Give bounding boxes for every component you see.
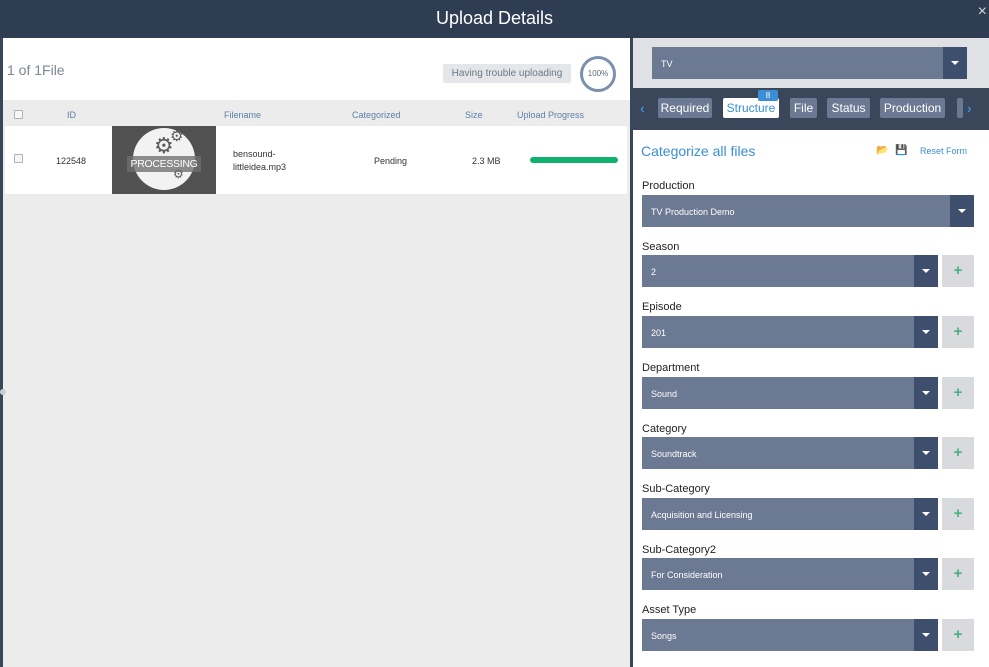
add-episode-button[interactable]: + (942, 316, 974, 348)
file-count: 1 of 1File (7, 62, 65, 78)
chevron-down-icon[interactable] (950, 195, 974, 227)
tab-status[interactable]: Status (827, 98, 870, 118)
col-id[interactable]: ID (67, 110, 76, 120)
filename-line1: bensound- (233, 149, 276, 159)
trouble-uploading-button[interactable]: Having trouble uploading (443, 64, 571, 83)
folder-open-icon[interactable]: 📂 (876, 145, 888, 156)
file-thumbnail: ⚙ ⚙ ⚙ PROCESSING (112, 126, 216, 194)
form-title: Categorize all files (641, 143, 756, 159)
processing-label: PROCESSING (127, 156, 201, 172)
window-title: Upload Details (435, 8, 554, 28)
chevron-down-icon[interactable] (914, 437, 938, 469)
episode-value: 201 (651, 328, 667, 338)
structure-count-badge: 8 (758, 90, 778, 101)
col-filename[interactable]: Filename (224, 110, 261, 120)
add-subcategory2-button[interactable]: + (942, 558, 974, 590)
episode-select[interactable]: 201 (642, 316, 938, 348)
upload-progress-bar (530, 157, 618, 163)
col-upload-progress[interactable]: Upload Progress (517, 110, 584, 120)
upload-summary: 1 of 1File Having trouble uploading 100% (3, 38, 630, 100)
production-value: TV Production Demo (651, 207, 735, 217)
gear-icon: ⚙ (170, 128, 184, 145)
add-category-button[interactable]: + (942, 437, 974, 469)
asset-type-select[interactable]: Songs (642, 619, 938, 651)
save-icon[interactable]: 💾 (895, 145, 907, 156)
chevron-down-icon[interactable] (914, 316, 938, 348)
chevron-down-icon[interactable] (914, 619, 938, 651)
subcategory2-label: Sub-Category2 (642, 544, 716, 556)
department-label: Department (642, 362, 700, 374)
col-categorized[interactable]: Categorized (352, 110, 401, 120)
reset-form-link[interactable]: Reset Form (920, 146, 967, 156)
add-department-button[interactable]: + (942, 377, 974, 409)
table-header: ID Filename Categorized Size Upload Prog… (3, 104, 630, 126)
subcategory-value: Acquisition and Licensing (651, 510, 753, 520)
add-asset-type-button[interactable]: + (942, 619, 974, 651)
tab-production[interactable]: Production (880, 98, 945, 118)
season-select[interactable]: 2 (642, 255, 938, 287)
titlebar: Upload Details × (0, 0, 989, 38)
overall-progress-ring: 100% (580, 56, 616, 92)
row-checkbox[interactable] (14, 154, 23, 163)
chevron-down-icon[interactable] (914, 498, 938, 530)
category-value: Soundtrack (651, 449, 697, 459)
tab-file[interactable]: File (790, 98, 817, 118)
select-all-checkbox[interactable] (14, 110, 23, 119)
department-select[interactable]: Sound (642, 377, 938, 409)
file-size: 2.3 MB (472, 156, 501, 166)
file-id: 122548 (56, 156, 87, 166)
categorized-status: Pending (374, 156, 408, 166)
tab-strip: ‹ Required Structure 8 File Status Produ… (633, 88, 989, 130)
asset-type-value: Songs (651, 631, 677, 641)
subcategory-label: Sub-Category (642, 483, 710, 495)
filename-line2: littleidea.mp3 (233, 162, 287, 172)
chevron-down-icon[interactable] (943, 47, 967, 79)
category-label: Category (642, 423, 687, 435)
col-size[interactable]: Size (465, 110, 483, 120)
categorize-form: Categorize all files 📂 💾 Reset Form Prod… (633, 130, 989, 667)
episode-label: Episode (642, 301, 682, 313)
tab-next-partial[interactable] (957, 98, 963, 118)
chevron-right-icon[interactable]: › (967, 100, 972, 116)
category-select[interactable]: Soundtrack (642, 437, 938, 469)
chevron-down-icon[interactable] (914, 255, 938, 287)
type-select[interactable]: TV (652, 47, 967, 79)
production-select[interactable]: TV Production Demo (642, 195, 974, 227)
chevron-down-icon[interactable] (914, 377, 938, 409)
tab-required[interactable]: Required (658, 98, 712, 118)
type-select-strip: TV (633, 38, 989, 88)
close-icon[interactable]: × (978, 0, 987, 30)
upload-list-pane: 1 of 1File Having trouble uploading 100%… (3, 38, 630, 667)
left-edge-handle (0, 389, 6, 395)
production-label: Production (642, 180, 695, 192)
type-select-value: TV (661, 59, 673, 69)
tab-structure[interactable]: Structure (723, 98, 779, 118)
categorize-pane: TV ‹ Required Structure 8 File Status Pr… (633, 38, 989, 667)
department-value: Sound (651, 389, 678, 399)
chevron-down-icon[interactable] (914, 558, 938, 590)
add-season-button[interactable]: + (942, 255, 974, 287)
subcategory2-value: For Consideration (651, 570, 723, 580)
season-value: 2 (651, 267, 657, 277)
subcategory2-select[interactable]: For Consideration (642, 558, 938, 590)
table-row[interactable]: 122548 ⚙ ⚙ ⚙ PROCESSING bensound- little… (5, 126, 627, 194)
add-subcategory-button[interactable]: + (942, 498, 974, 530)
season-label: Season (642, 241, 680, 253)
chevron-left-icon[interactable]: ‹ (640, 100, 645, 116)
asset-type-label: Asset Type (642, 604, 697, 616)
subcategory-select[interactable]: Acquisition and Licensing (642, 498, 938, 530)
